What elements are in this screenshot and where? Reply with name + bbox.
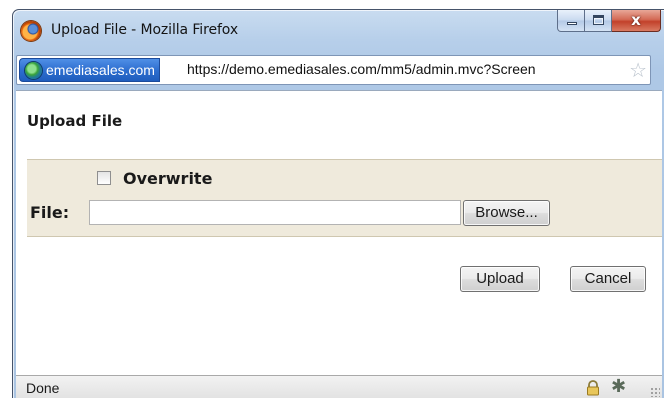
- close-icon: x: [631, 11, 641, 29]
- window-title: Upload File - Mozilla Firefox: [51, 22, 239, 38]
- maximize-icon: [593, 15, 604, 25]
- backdrop: [0, 0, 664, 9]
- lock-icon[interactable]: [586, 380, 600, 396]
- cancel-button[interactable]: Cancel: [570, 266, 646, 292]
- file-path-input[interactable]: [89, 200, 461, 225]
- globe-icon: [25, 62, 42, 79]
- url-bar[interactable]: emediasales.com https://demo.emediasales…: [16, 55, 651, 85]
- firefox-icon[interactable]: [21, 21, 41, 41]
- site-identity-label: emediasales.com: [46, 62, 155, 78]
- upload-button[interactable]: Upload: [460, 266, 540, 292]
- star-icon[interactable]: ☆: [629, 58, 647, 82]
- overwrite-label[interactable]: Overwrite: [123, 169, 212, 188]
- status-bar: Done ✱: [16, 375, 662, 398]
- resize-grip-icon[interactable]: [650, 387, 660, 397]
- upload-form: Overwrite File: Browse...: [27, 159, 662, 237]
- maximize-button[interactable]: [585, 10, 612, 32]
- close-button[interactable]: x: [612, 10, 661, 32]
- page-content: Upload File Overwrite File: Browse... Up…: [16, 90, 662, 375]
- status-text: Done: [26, 380, 60, 396]
- window-controls: x: [557, 10, 661, 32]
- url-text[interactable]: https://demo.emediasales.com/mm5/admin.m…: [187, 61, 536, 77]
- browse-button[interactable]: Browse...: [463, 200, 550, 226]
- site-identity-button[interactable]: emediasales.com: [19, 58, 160, 82]
- file-label: File:: [30, 203, 70, 222]
- title-bar[interactable]: Upload File - Mozilla Firefox x: [13, 10, 664, 50]
- browser-window: Upload File - Mozilla Firefox x emediasa…: [12, 9, 664, 398]
- minimize-button[interactable]: [557, 10, 585, 32]
- bug-icon[interactable]: ✱: [611, 377, 626, 397]
- overwrite-checkbox[interactable]: [97, 171, 111, 185]
- page-title: Upload File: [27, 112, 123, 130]
- minimize-icon: [567, 22, 577, 25]
